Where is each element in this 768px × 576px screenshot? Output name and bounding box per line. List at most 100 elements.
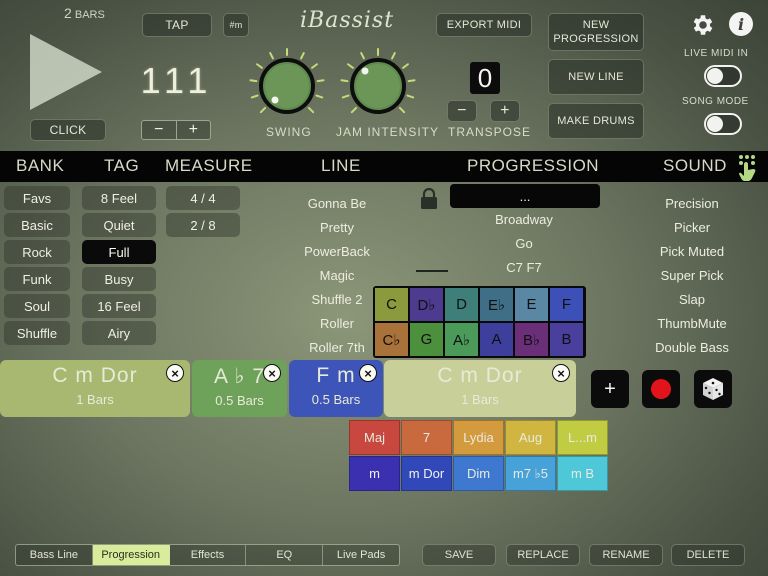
chord-type-button[interactable]: Aug	[505, 420, 556, 455]
bars-count-label: 2 BARS	[64, 5, 105, 21]
tag-item[interactable]: Full	[82, 240, 156, 264]
lock-icon[interactable]	[420, 188, 438, 210]
key-button[interactable]: F	[550, 288, 583, 321]
sound-item[interactable]: Precision	[642, 196, 742, 211]
sound-item[interactable]: Slap	[642, 292, 742, 307]
jam-intensity-knob[interactable]	[338, 46, 418, 126]
dice-icon	[703, 378, 723, 400]
chord-type-button[interactable]: L...m	[557, 420, 608, 455]
chord-type-button[interactable]: m7 ♭5	[505, 456, 556, 491]
chord-type-button[interactable]: m Dor	[401, 456, 452, 491]
progression-item[interactable]: Broadway	[464, 212, 584, 227]
transpose-decrease-button[interactable]: −	[447, 100, 477, 122]
chord-pad[interactable]: A ♭ 7 0.5 Bars ×	[192, 360, 287, 417]
tempo-increase-button[interactable]: +	[177, 121, 211, 139]
sound-item[interactable]: Super Pick	[642, 268, 742, 283]
sound-item[interactable]: Double Bass	[642, 340, 742, 355]
chord-type-button[interactable]: Lydia	[453, 420, 504, 455]
random-dice-button[interactable]	[694, 370, 732, 408]
tab-bass-line[interactable]: Bass Line	[16, 545, 93, 565]
make-drums-button[interactable]: MAKE DRUMS	[548, 103, 644, 139]
tab-eq[interactable]: EQ	[246, 545, 324, 565]
progression-header: PROGRESSION	[467, 156, 600, 175]
transpose-increase-button[interactable]: +	[490, 100, 520, 122]
progression-item[interactable]: Go	[464, 236, 584, 251]
chord-type-button[interactable]: 7	[401, 420, 452, 455]
add-chord-button[interactable]: +	[591, 370, 629, 408]
export-midi-button[interactable]: EXPORT MIDI	[436, 13, 532, 37]
tag-item[interactable]: 8 Feel	[82, 186, 156, 210]
tab-progression[interactable]: Progression	[92, 545, 170, 565]
new-line-button[interactable]: NEW LINE	[548, 59, 644, 95]
key-button[interactable]: D	[445, 288, 478, 321]
tag-item[interactable]: Quiet	[82, 213, 156, 237]
tag-item[interactable]: Airy	[82, 321, 156, 345]
key-button[interactable]: C♭	[375, 323, 408, 356]
gear-icon[interactable]	[690, 12, 716, 38]
play-icon[interactable]	[30, 34, 102, 110]
bank-item[interactable]: Basic	[4, 213, 70, 237]
sound-item[interactable]: Picker	[642, 220, 742, 235]
song-mode-toggle[interactable]	[704, 113, 742, 135]
bank-item[interactable]: Funk	[4, 267, 70, 291]
key-button[interactable]: C	[375, 288, 408, 321]
remove-chord-icon[interactable]: ×	[552, 364, 570, 382]
bank-item[interactable]: Rock	[4, 240, 70, 264]
chord-pad-bars: 0.5 Bars	[311, 392, 361, 407]
measure-item[interactable]: 4 / 4	[166, 186, 240, 210]
tap-tempo-button[interactable]: TAP	[142, 13, 212, 37]
chord-pad-bars: 1 Bars	[461, 392, 499, 407]
tag-item[interactable]: Busy	[82, 267, 156, 291]
click-button[interactable]: CLICK	[30, 119, 106, 141]
sound-item[interactable]: ThumbMute	[642, 316, 742, 331]
sound-header: SOUND	[663, 156, 727, 175]
new-progression-button[interactable]: NEW PROGRESSION	[548, 13, 644, 51]
key-button[interactable]: B♭	[515, 323, 548, 356]
line-header: LINE	[321, 156, 361, 175]
measure-item[interactable]: 2 / 8	[166, 213, 240, 237]
tab-live-pads[interactable]: Live Pads	[323, 545, 399, 565]
progression-item[interactable]: C7 F7	[464, 260, 584, 275]
remove-chord-icon[interactable]: ×	[166, 364, 184, 382]
line-item[interactable]: Magic	[286, 268, 388, 283]
key-button[interactable]: A♭	[445, 323, 478, 356]
record-button[interactable]	[642, 370, 680, 408]
swing-knob[interactable]	[247, 46, 327, 126]
chord-pad[interactable]: C m Dor 1 Bars ×	[384, 360, 576, 417]
line-item[interactable]: PowerBack	[286, 244, 388, 259]
live-midi-toggle[interactable]	[704, 65, 742, 87]
chord-type-button[interactable]: Dim	[453, 456, 504, 491]
chord-type-button[interactable]: m B	[557, 456, 608, 491]
chord-type-button[interactable]: Maj	[349, 420, 400, 455]
chord-pad[interactable]: C m Dor 1 Bars ×	[0, 360, 190, 417]
hand-drag-icon[interactable]	[734, 153, 762, 181]
save-button[interactable]: SAVE	[422, 544, 496, 566]
line-item[interactable]: Gonna Be	[286, 196, 388, 211]
remove-chord-icon[interactable]: ×	[359, 364, 377, 382]
line-item[interactable]: Pretty	[286, 220, 388, 235]
tempo-decrease-button[interactable]: −	[142, 121, 177, 139]
remove-chord-icon[interactable]: ×	[263, 364, 281, 382]
rename-button[interactable]: RENAME	[589, 544, 663, 566]
bank-item[interactable]: Favs	[4, 186, 70, 210]
delete-button[interactable]: DELETE	[671, 544, 745, 566]
key-button[interactable]: B	[550, 323, 583, 356]
replace-button[interactable]: REPLACE	[506, 544, 580, 566]
key-button[interactable]: D♭	[410, 288, 443, 321]
key-button[interactable]: A	[480, 323, 513, 356]
tag-item[interactable]: 16 Feel	[82, 294, 156, 318]
tempo-mode-button[interactable]: #m	[223, 13, 249, 37]
chord-pad-bars: 1 Bars	[76, 392, 114, 407]
bank-item[interactable]: Soul	[4, 294, 70, 318]
key-button[interactable]: E♭	[480, 288, 513, 321]
sound-item[interactable]: Pick Muted	[642, 244, 742, 259]
chord-pad[interactable]: F m 0.5 Bars ×	[289, 360, 383, 417]
key-button[interactable]: G	[410, 323, 443, 356]
progression-selected[interactable]: ...	[450, 184, 600, 208]
key-button[interactable]: E	[515, 288, 548, 321]
chord-type-button[interactable]: m	[349, 456, 400, 491]
info-icon[interactable]: i	[729, 12, 753, 36]
transpose-value: 0	[470, 62, 500, 94]
tab-effects[interactable]: Effects	[170, 545, 247, 565]
bank-item[interactable]: Shuffle	[4, 321, 70, 345]
